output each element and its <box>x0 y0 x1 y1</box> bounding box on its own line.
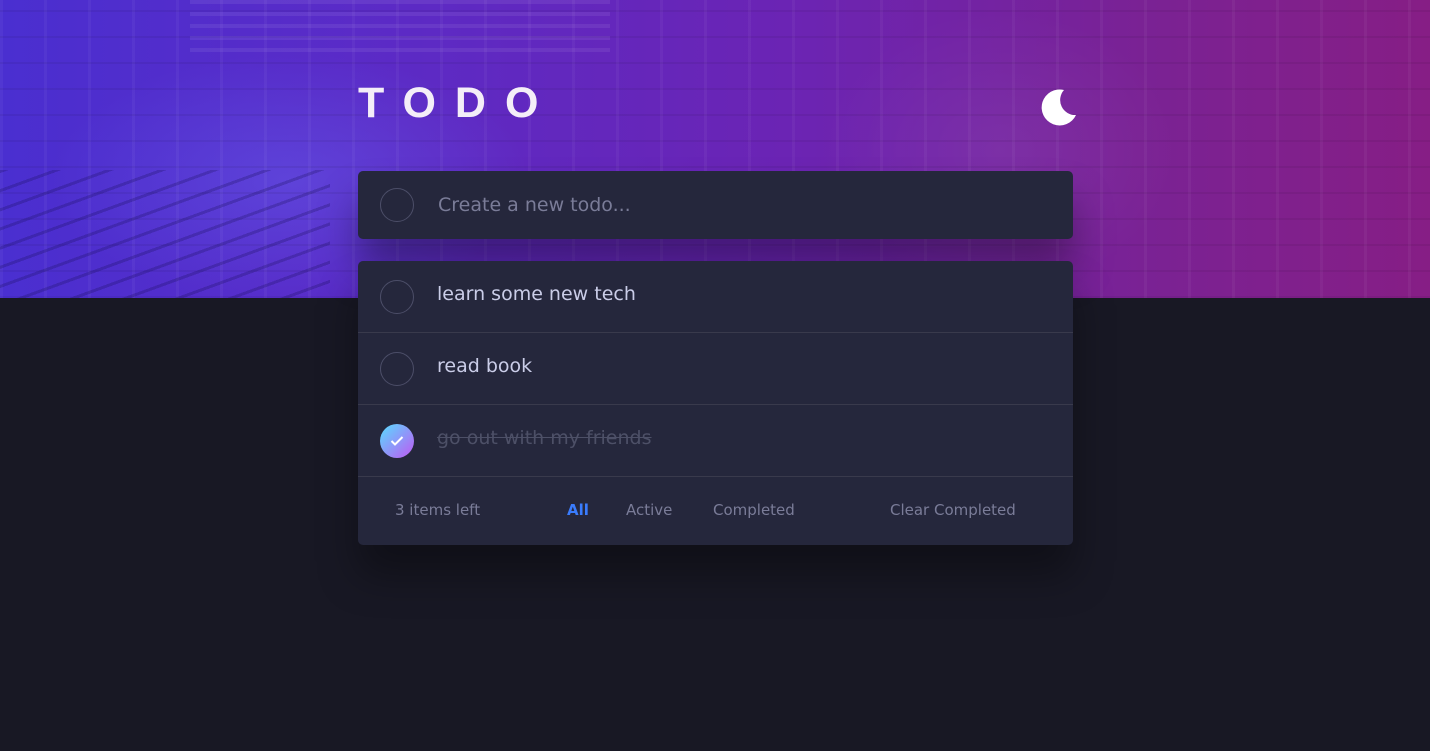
todo-list: learn some new tech read book go out wit… <box>358 261 1073 545</box>
list-footer: 3 items left All Active Completed Clear … <box>358 477 1073 545</box>
filter-all-button[interactable]: All <box>567 501 589 519</box>
todo-text: learn some new tech <box>437 283 636 305</box>
items-left-count: 3 items left <box>395 501 481 519</box>
hero-ceiling-beams <box>190 0 610 52</box>
app-title: TODO <box>358 79 558 127</box>
clear-completed-button[interactable]: Clear Completed <box>890 501 1016 519</box>
new-todo-circle[interactable] <box>380 188 414 222</box>
todo-item[interactable]: learn some new tech <box>358 261 1073 333</box>
todo-checkbox[interactable] <box>380 280 414 314</box>
new-todo-input[interactable] <box>438 189 1038 221</box>
todo-text: read book <box>437 355 533 377</box>
new-todo-bar <box>358 171 1073 239</box>
hero-background-image <box>0 0 1430 298</box>
todo-checkbox-checked[interactable] <box>380 424 414 458</box>
todo-item-completed[interactable]: go out with my friends <box>358 405 1073 477</box>
moon-icon <box>1041 89 1076 126</box>
hero-walkway <box>0 170 330 298</box>
filter-active-button[interactable]: Active <box>626 501 672 519</box>
check-icon <box>390 436 404 446</box>
theme-toggle-button[interactable] <box>1038 86 1078 126</box>
todo-checkbox[interactable] <box>380 352 414 386</box>
filter-completed-button[interactable]: Completed <box>713 501 795 519</box>
todo-item[interactable]: read book <box>358 333 1073 405</box>
todo-text: go out with my friends <box>437 427 652 449</box>
